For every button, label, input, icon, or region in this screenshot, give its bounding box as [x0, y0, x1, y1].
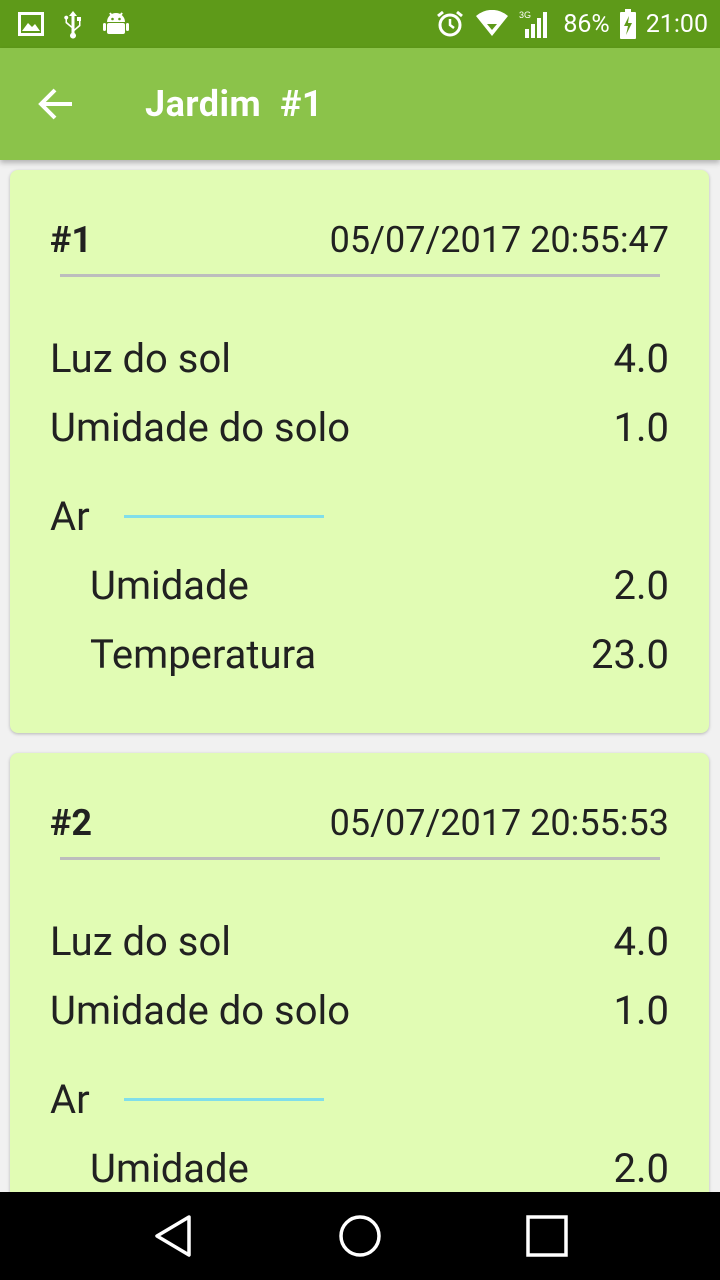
air-temperature-value: 23.0: [591, 631, 669, 678]
image-icon: [18, 12, 44, 36]
battery-percentage: 86%: [563, 9, 610, 39]
air-divider: [123, 515, 324, 518]
signal-icon: 3G: [519, 9, 553, 39]
air-humidity-value: 2.0: [613, 1145, 669, 1192]
reading-card[interactable]: #1 05/07/2017 20:55:47 Luz do sol 4.0 Um…: [10, 170, 709, 733]
back-triangle-icon: [153, 1214, 193, 1258]
air-section-header: Ar: [50, 1076, 324, 1123]
navigation-bar: [0, 1192, 720, 1280]
reading-card[interactable]: #2 05/07/2017 20:55:53 Luz do sol 4.0 Um…: [10, 753, 709, 1192]
reading-header: #2 05/07/2017 20:55:53: [50, 802, 669, 844]
air-divider: [123, 1098, 324, 1101]
air-label: Ar: [50, 493, 90, 540]
nav-back-button[interactable]: [133, 1196, 213, 1276]
header-divider: [60, 857, 660, 860]
back-button[interactable]: [0, 48, 112, 160]
reading-id: #2: [50, 802, 92, 844]
reading-timestamp: 05/07/2017 20:55:47: [329, 219, 669, 261]
air-humidity-row: Umidade 2.0: [90, 1145, 669, 1192]
clock: 21:00: [645, 9, 708, 39]
sunlight-row: Luz do sol 4.0: [50, 918, 669, 965]
usb-icon: [62, 9, 84, 39]
reading-header: #1 05/07/2017 20:55:47: [50, 219, 669, 261]
soil-humidity-value: 1.0: [613, 404, 669, 451]
soil-humidity-row: Umidade do solo 1.0: [50, 987, 669, 1034]
air-humidity-value: 2.0: [613, 562, 669, 609]
app-bar: Jardim #1: [0, 48, 720, 160]
battery-charging-icon: [619, 9, 636, 39]
soil-humidity-label: Umidade do solo: [50, 404, 351, 451]
nav-home-button[interactable]: [320, 1196, 400, 1276]
readings-list[interactable]: #1 05/07/2017 20:55:47 Luz do sol 4.0 Um…: [0, 160, 720, 1192]
air-label: Ar: [50, 1076, 90, 1123]
sunlight-value: 4.0: [613, 335, 669, 382]
soil-humidity-row: Umidade do solo 1.0: [50, 404, 669, 451]
air-humidity-label: Umidade: [90, 562, 249, 609]
android-icon: [102, 10, 130, 38]
status-bar: 3G 86% 21:00: [0, 0, 720, 48]
page-title: Jardim #1: [145, 83, 324, 125]
alarm-icon: [435, 9, 465, 39]
air-section-header: Ar: [50, 493, 324, 540]
network-type-text: 3G: [519, 10, 531, 20]
sunlight-value: 4.0: [613, 918, 669, 965]
nav-recents-button[interactable]: [507, 1196, 587, 1276]
air-humidity-row: Umidade 2.0: [90, 562, 669, 609]
sunlight-label: Luz do sol: [50, 335, 231, 382]
sunlight-row: Luz do sol 4.0: [50, 335, 669, 382]
air-temperature-label: Temperatura: [90, 631, 317, 678]
reading-id: #1: [50, 219, 92, 261]
soil-humidity-label: Umidade do solo: [50, 987, 351, 1034]
home-circle-icon: [338, 1214, 382, 1258]
sunlight-label: Luz do sol: [50, 918, 231, 965]
soil-humidity-value: 1.0: [613, 987, 669, 1034]
air-temperature-row: Temperatura 23.0: [90, 631, 669, 678]
air-humidity-label: Umidade: [90, 1145, 249, 1192]
wifi-icon: [475, 10, 509, 38]
reading-timestamp: 05/07/2017 20:55:53: [329, 802, 669, 844]
header-divider: [60, 274, 660, 277]
recents-square-icon: [525, 1214, 569, 1258]
arrow-back-icon: [38, 88, 74, 120]
